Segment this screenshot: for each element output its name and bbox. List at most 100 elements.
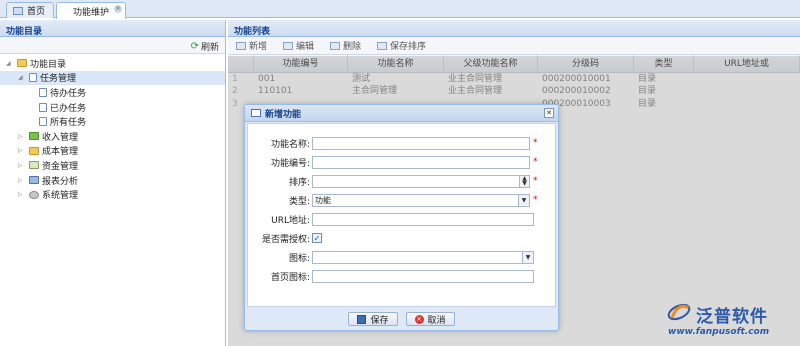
tab-home[interactable]: 首页 [6, 2, 54, 18]
auth-checkbox[interactable]: ✓ [312, 233, 322, 243]
dialog-title: 新增功能 [265, 109, 302, 120]
brand-url: www.fanpusoft.com [668, 327, 770, 337]
delete-label: 删除 [343, 42, 362, 52]
chevron-down-icon[interactable]: ▼ [522, 251, 533, 263]
tab-function-maintenance-label: 功能维护 [73, 7, 110, 18]
add-icon [236, 41, 246, 50]
refresh-label: 刷新 [200, 43, 219, 53]
chevron-down-icon[interactable]: ▼ [518, 194, 529, 206]
tree-node-label: 所有任务 [50, 118, 87, 129]
edit-button[interactable]: 编辑 [283, 39, 314, 52]
order-label: 排序: [288, 177, 310, 188]
type-select-value: 功能 [315, 195, 331, 205]
function-list-toolbar: 新增 编辑 删除 保存排序 [228, 37, 800, 55]
name-field[interactable] [312, 136, 530, 150]
brand-logo-icon [667, 303, 691, 321]
required-mark: * [533, 195, 538, 205]
add-function-dialog: 新增功能 ✕ 功能名称: * 功能编号: * 排序: ▲ ▼ * 类型: 功能 ▼ [244, 104, 559, 331]
right-panel-title: 功能列表 [228, 20, 800, 37]
required-mark: * [533, 176, 538, 186]
url-field[interactable] [312, 212, 534, 226]
tree-node-label: 资金管理 [42, 161, 79, 172]
tree-node-label: 收入管理 [42, 132, 79, 143]
collapse-arrow-icon[interactable]: ◢ [18, 74, 26, 81]
gear-icon [29, 190, 39, 199]
save-label: 保存 [370, 315, 389, 326]
floppy-disk-icon [357, 314, 367, 324]
tree-node-all-tasks[interactable]: 所有任务 [0, 114, 225, 129]
required-mark: * [533, 138, 538, 148]
cancel-label: 取消 [427, 315, 446, 326]
form-row-home-icon: 首页图标: [248, 269, 534, 283]
document-icon [39, 102, 47, 112]
code-field[interactable] [312, 155, 530, 169]
order-stepper[interactable]: ▲ ▼ [312, 174, 530, 188]
tree-node-label: 已办任务 [50, 103, 87, 114]
brand-name: 泛普软件 [696, 307, 768, 327]
tree-node-label: 待办任务 [50, 88, 87, 99]
close-tab-icon[interactable]: × [114, 5, 122, 13]
save-order-label: 保存排序 [390, 42, 427, 52]
refresh-button[interactable]: ⟳ 刷新 [191, 40, 219, 53]
dialog-header[interactable]: 新增功能 ✕ [245, 105, 558, 122]
window-icon [251, 109, 261, 117]
form-row-url: URL地址: [248, 212, 534, 226]
document-icon [29, 73, 37, 83]
brand-watermark: 泛普软件 www.fanpusoft.com [664, 300, 800, 346]
folder-icon [29, 146, 39, 155]
expand-arrow-icon[interactable]: ▷ [18, 162, 26, 169]
auth-label: 是否需授权: [261, 234, 310, 245]
left-toolbar: ⟳ 刷新 [0, 37, 225, 54]
left-panel-title: 功能目录 [0, 20, 225, 37]
tab-function-maintenance[interactable]: 功能维护 × [56, 2, 126, 19]
add-button[interactable]: 新增 [236, 39, 267, 52]
tree-node-fund-management[interactable]: ▷ 资金管理 [0, 158, 225, 173]
icon-select[interactable]: ▼ [312, 250, 534, 264]
expand-arrow-icon[interactable]: ▷ [18, 147, 26, 154]
stepper-arrows-icon[interactable]: ▲ ▼ [519, 175, 529, 187]
tree-node-cost-management[interactable]: ▷ 成本管理 [0, 144, 225, 159]
collapse-arrow-icon[interactable]: ◢ [6, 60, 14, 67]
dialog-form: 功能名称: * 功能编号: * 排序: ▲ ▼ * 类型: 功能 ▼ * URL地… [247, 123, 556, 307]
tree-node-label: 报表分析 [42, 176, 79, 187]
delete-icon [330, 41, 341, 50]
tree-node-label: 任务管理 [40, 74, 77, 85]
type-select[interactable]: 功能 ▼ [312, 193, 530, 207]
expand-arrow-icon[interactable]: ▷ [18, 191, 26, 198]
tree-node-root[interactable]: ◢ 功能目录 [0, 56, 225, 71]
add-label: 新增 [249, 42, 268, 52]
tree-node-todo-tasks[interactable]: 待办任务 [0, 85, 225, 100]
delete-button[interactable]: 删除 [330, 39, 361, 52]
form-row-order: 排序: ▲ ▼ * [248, 174, 538, 188]
save-button[interactable]: 保存 [348, 312, 398, 326]
expand-arrow-icon[interactable]: ▷ [18, 177, 26, 184]
function-tree: ◢ 功能目录 ◢ 任务管理 待办任务 已办任务 所有任务 ▷ 收入管理 ▷ 成本… [0, 54, 225, 202]
close-icon[interactable]: ✕ [544, 108, 554, 118]
cancel-button[interactable]: × 取消 [405, 312, 455, 326]
yen-icon [29, 161, 39, 170]
home-icon-field[interactable] [312, 269, 534, 283]
tree-node-task-management[interactable]: ◢ 任务管理 [0, 70, 225, 86]
top-tab-bar: 首页 功能维护 × [0, 0, 800, 19]
save-order-icon [377, 41, 388, 50]
income-icon [29, 132, 39, 141]
tree-node-income-management[interactable]: ▷ 收入管理 [0, 129, 225, 144]
url-label: URL地址: [271, 215, 310, 226]
tree-node-label: 功能目录 [30, 59, 67, 70]
tree-node-system-management[interactable]: ▷ 系统管理 [0, 187, 225, 202]
folder-open-icon [17, 59, 27, 68]
tree-node-report-analysis[interactable]: ▷ 报表分析 [0, 173, 225, 188]
expand-arrow-icon[interactable]: ▷ [18, 133, 26, 140]
home-icon-label: 首页图标: [270, 272, 310, 283]
cancel-icon: × [414, 314, 424, 324]
form-row-auth: 是否需授权: ✓ [248, 231, 322, 245]
form-row-type: 类型: 功能 ▼ * [248, 193, 538, 207]
tree-node-done-tasks[interactable]: 已办任务 [0, 100, 225, 115]
tree-node-label: 系统管理 [42, 191, 79, 202]
form-row-code: 功能编号: * [248, 155, 538, 169]
tab-home-label: 首页 [27, 7, 46, 17]
type-label: 类型: [288, 196, 310, 207]
icon-label: 图标: [288, 253, 310, 264]
save-order-button[interactable]: 保存排序 [377, 39, 426, 52]
form-row-icon: 图标: ▼ [248, 250, 534, 264]
